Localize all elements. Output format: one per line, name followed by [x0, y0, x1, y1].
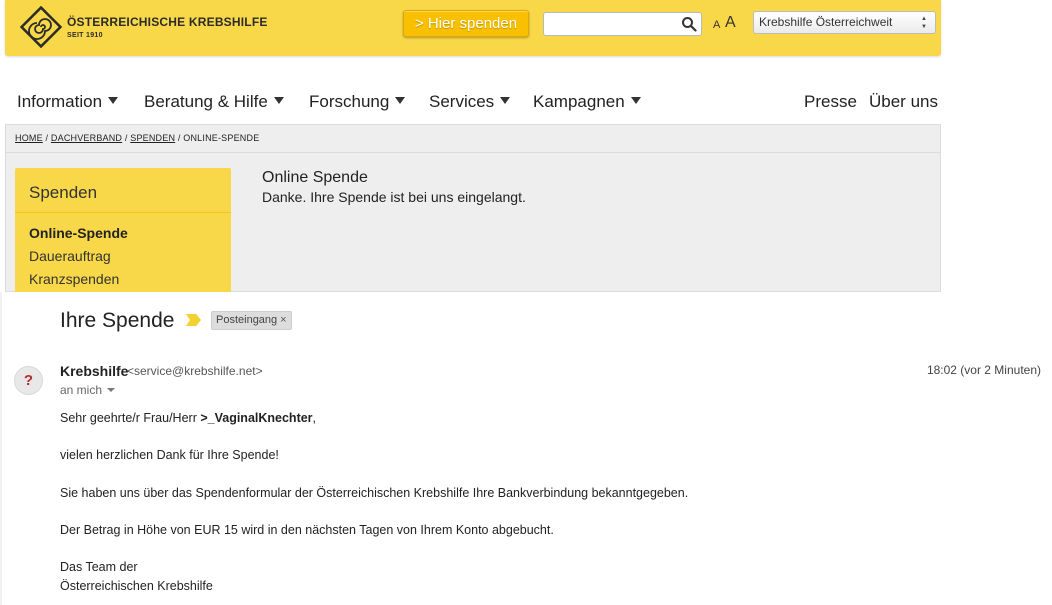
nav-label: Information [17, 92, 103, 111]
site-header: ÖSTERREICHISCHE KREBSHILFE SEIT 1910 > H… [5, 0, 941, 56]
content-panel: HOME / DACHVERBAND / SPENDEN / ONLINE-SP… [5, 124, 941, 293]
confirmation-message: Danke. Ihre Spende ist bei uns eingelang… [262, 189, 526, 205]
email-timestamp: 18:02 (vor 2 Minuten) [926, 363, 1041, 377]
nav-forschung[interactable]: Forschung [309, 92, 406, 116]
nav-presse[interactable]: Presse [804, 92, 857, 116]
font-size-large-button[interactable]: A [725, 14, 736, 32]
sidebar-title: Spenden [29, 183, 98, 202]
nav-services[interactable]: Services [429, 92, 511, 116]
email-view: Ihre Spende Posteingang × ? Krebshilfe <s… [0, 292, 1052, 605]
breadcrumb-current: ONLINE-SPENDE [183, 133, 260, 143]
region-select-value: Krebshilfe Österreichweit [759, 15, 893, 29]
greeting-name: >_VaginalKnechter [200, 411, 313, 425]
sidebar-item-kranzspenden[interactable]: Kranzspenden [29, 271, 119, 287]
caret-down-icon [273, 97, 284, 104]
sender-name: Krebshilfe [60, 363, 129, 379]
email-subject: Ihre Spende [60, 309, 175, 332]
greeting-suffix: , [312, 411, 317, 425]
avatar: ? [14, 366, 43, 395]
breadcrumb-dachverband[interactable]: DACHVERBAND [51, 133, 122, 143]
region-select[interactable]: Krebshilfe Österreichweit ▲ ▼ [753, 11, 936, 34]
email-body-line: vielen herzlichen Dank für Ihre Spende! [60, 448, 279, 462]
nav-label: Services [429, 92, 495, 111]
importance-marker-icon[interactable] [185, 313, 202, 327]
nav-label: Kampagnen [533, 92, 625, 111]
email-signature: Österreichischen Krebshilfe [60, 579, 213, 593]
nav-information[interactable]: Information [17, 92, 119, 116]
logo-name: ÖSTERREICHISCHE KREBSHILFE [67, 15, 268, 29]
chevron-down-icon [107, 388, 116, 392]
logo-since: SEIT 1910 [67, 32, 103, 39]
recipient-details[interactable]: an mich [60, 383, 116, 397]
breadcrumb: HOME / DACHVERBAND / SPENDEN / ONLINE-SP… [15, 133, 259, 143]
caret-down-icon [108, 97, 119, 104]
page-title: Online Spende [262, 169, 368, 186]
nav-label: Beratung & Hilfe [144, 92, 268, 111]
breadcrumb-separator: / [42, 133, 51, 143]
sidebar: Spenden Online-Spende Dauerauftrag Kranz… [15, 168, 231, 293]
search-icon[interactable] [681, 16, 697, 32]
breadcrumb-spenden[interactable]: SPENDEN [130, 133, 175, 143]
nav-kampagnen[interactable]: Kampagnen [533, 92, 641, 116]
sender-email: <service@krebshilfe.net> [127, 364, 263, 378]
divider [15, 212, 231, 213]
caret-down-icon [630, 97, 641, 104]
email-body-line: Sie haben uns über das Spendenformular d… [60, 486, 689, 500]
email-closing: Das Team der [60, 560, 138, 574]
inbox-label-text: Posteingang [216, 314, 278, 326]
inbox-label: Posteingang × [211, 311, 292, 330]
search-input[interactable] [546, 15, 674, 33]
sidebar-item-online-spende[interactable]: Online-Spende [29, 225, 128, 241]
website-view: ÖSTERREICHISCHE KREBSHILFE SEIT 1910 > H… [0, 0, 1052, 293]
divider [6, 152, 940, 153]
remove-label-icon[interactable]: × [280, 314, 286, 326]
nav-beratung-hilfe[interactable]: Beratung & Hilfe [144, 92, 284, 116]
greeting-prefix: Sehr geehrte/r Frau/Herr [60, 411, 201, 425]
caret-down-icon [395, 97, 406, 104]
nav-ueber-uns[interactable]: Über uns [869, 92, 938, 116]
donate-button[interactable]: > Hier spenden [403, 10, 529, 37]
caret-down-icon [500, 97, 511, 104]
breadcrumb-home[interactable]: HOME [15, 133, 43, 143]
select-arrows-icon: ▲ ▼ [921, 16, 927, 30]
email-body-line: Der Betrag in Höhe von EUR 15 wird in de… [60, 523, 554, 537]
recipient-label: an mich [60, 383, 103, 397]
krebshilfe-logo[interactable] [19, 5, 63, 49]
email-greeting: Sehr geehrte/r Frau/Herr >_VaginalKnecht… [60, 411, 316, 425]
search-box [543, 12, 702, 36]
sidebar-item-dauerauftrag[interactable]: Dauerauftrag [29, 248, 111, 264]
font-size-small-button[interactable]: A [713, 19, 720, 31]
nav-label: Forschung [309, 92, 390, 111]
